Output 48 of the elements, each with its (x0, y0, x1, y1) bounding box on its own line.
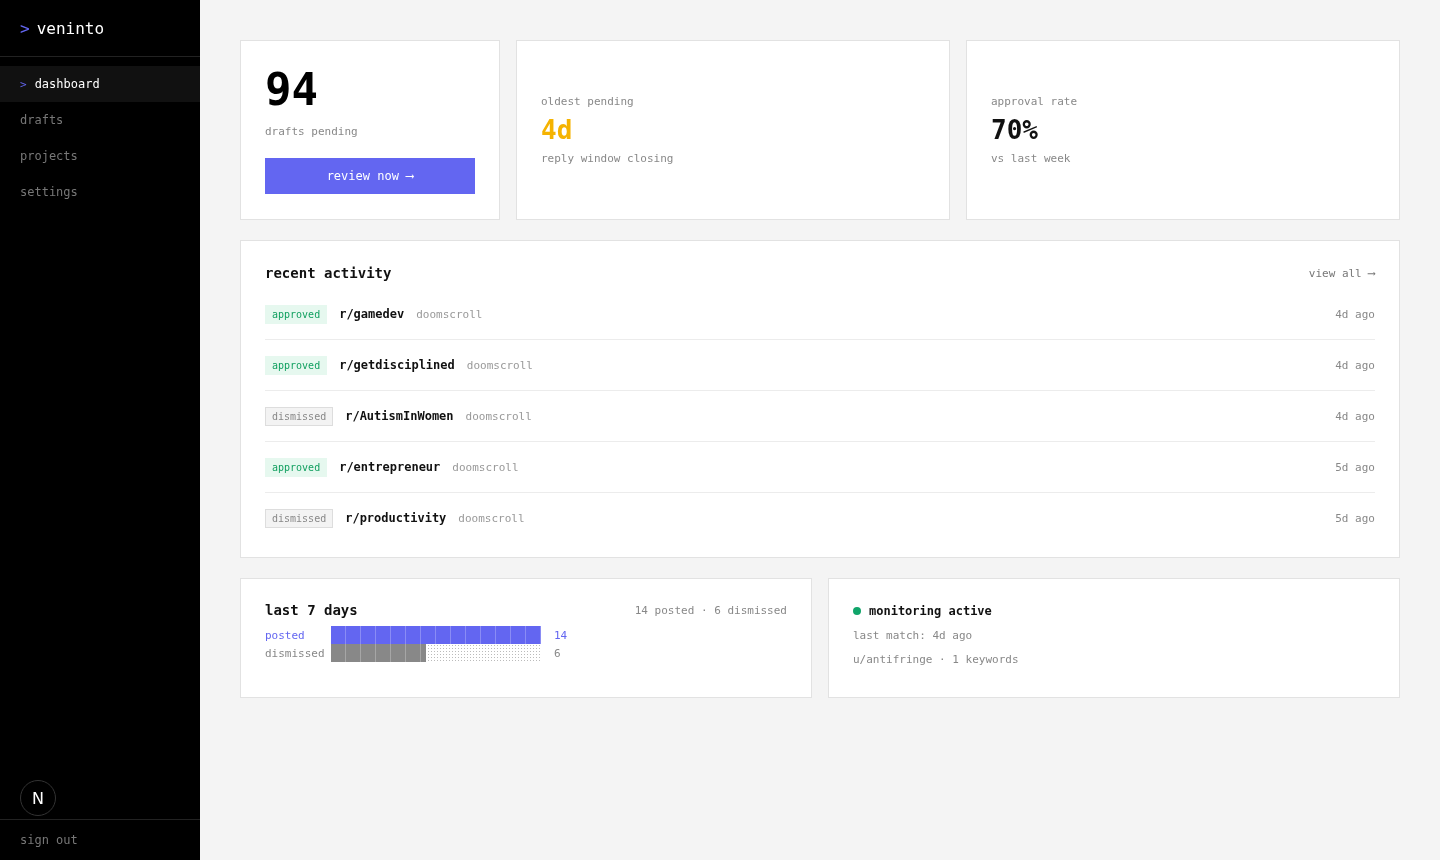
section-title: recent activity (265, 265, 392, 281)
status-tag: approved (265, 457, 328, 477)
chevron-icon: > (20, 77, 27, 91)
subreddit-name: r/getdisciplined (339, 358, 455, 372)
time-ago: 4d ago (1335, 307, 1375, 321)
subreddit-name: r/productivity (345, 511, 447, 525)
bar-label: dismissed (265, 646, 326, 660)
bar-label: posted (265, 628, 306, 642)
project-name: doomscroll (458, 511, 525, 525)
bar-count: 6 (554, 646, 561, 660)
monitor-title: monitoring active (869, 604, 992, 618)
status-tag: approved (265, 355, 328, 375)
time-ago: 4d ago (1335, 409, 1375, 423)
status-tag: dismissed (265, 406, 334, 426)
stat-caption: oldest pending (541, 94, 635, 108)
stat-caption: approval rate (991, 94, 1079, 108)
view-all-link[interactable]: view all ⟶ (1308, 266, 1375, 280)
nav-item[interactable]: settings (0, 174, 200, 210)
stat-value: 70% (991, 115, 1039, 145)
nav-item[interactable]: > dashboard (0, 66, 200, 102)
monitor-detail: last match: 4d ago (853, 629, 974, 642)
time-ago: 4d ago (1335, 358, 1375, 372)
stat-value: 4d (541, 115, 574, 145)
subreddit-name: r/entrepreneur (339, 460, 441, 474)
nav-item[interactable]: projects (0, 138, 200, 174)
time-ago: 5d ago (1335, 460, 1375, 474)
subreddit-name: r/gamedev (339, 307, 405, 321)
dev-badge[interactable]: N (20, 780, 56, 816)
monitor-detail: u/antifringe · 1 keywords (853, 653, 1020, 666)
project-name: doomscroll (466, 358, 533, 372)
stat-label: reply window closing (541, 152, 675, 166)
time-ago: 5d ago (1335, 511, 1375, 525)
subreddit-name: r/AutismInWomen (345, 409, 454, 423)
bar-count: 14 (554, 628, 568, 642)
status-tag: dismissed (265, 508, 334, 528)
sign-out-link[interactable]: sign out (20, 833, 78, 847)
stat-value: 94 (265, 66, 319, 115)
nav-item[interactable]: drafts (0, 102, 200, 138)
project-name: doomscroll (465, 409, 532, 423)
brand-logo: > veninto (0, 0, 200, 57)
status-tag: approved (265, 304, 328, 324)
weekly-summary: 14 posted · 6 dismissed (634, 603, 787, 617)
stat-label: vs last week (991, 152, 1072, 166)
project-name: doomscroll (452, 460, 519, 474)
stat-label: drafts pending (265, 124, 359, 138)
project-name: doomscroll (416, 307, 483, 321)
section-title: last 7 days (265, 602, 358, 618)
review-button[interactable]: review now ⟶ (265, 157, 475, 194)
